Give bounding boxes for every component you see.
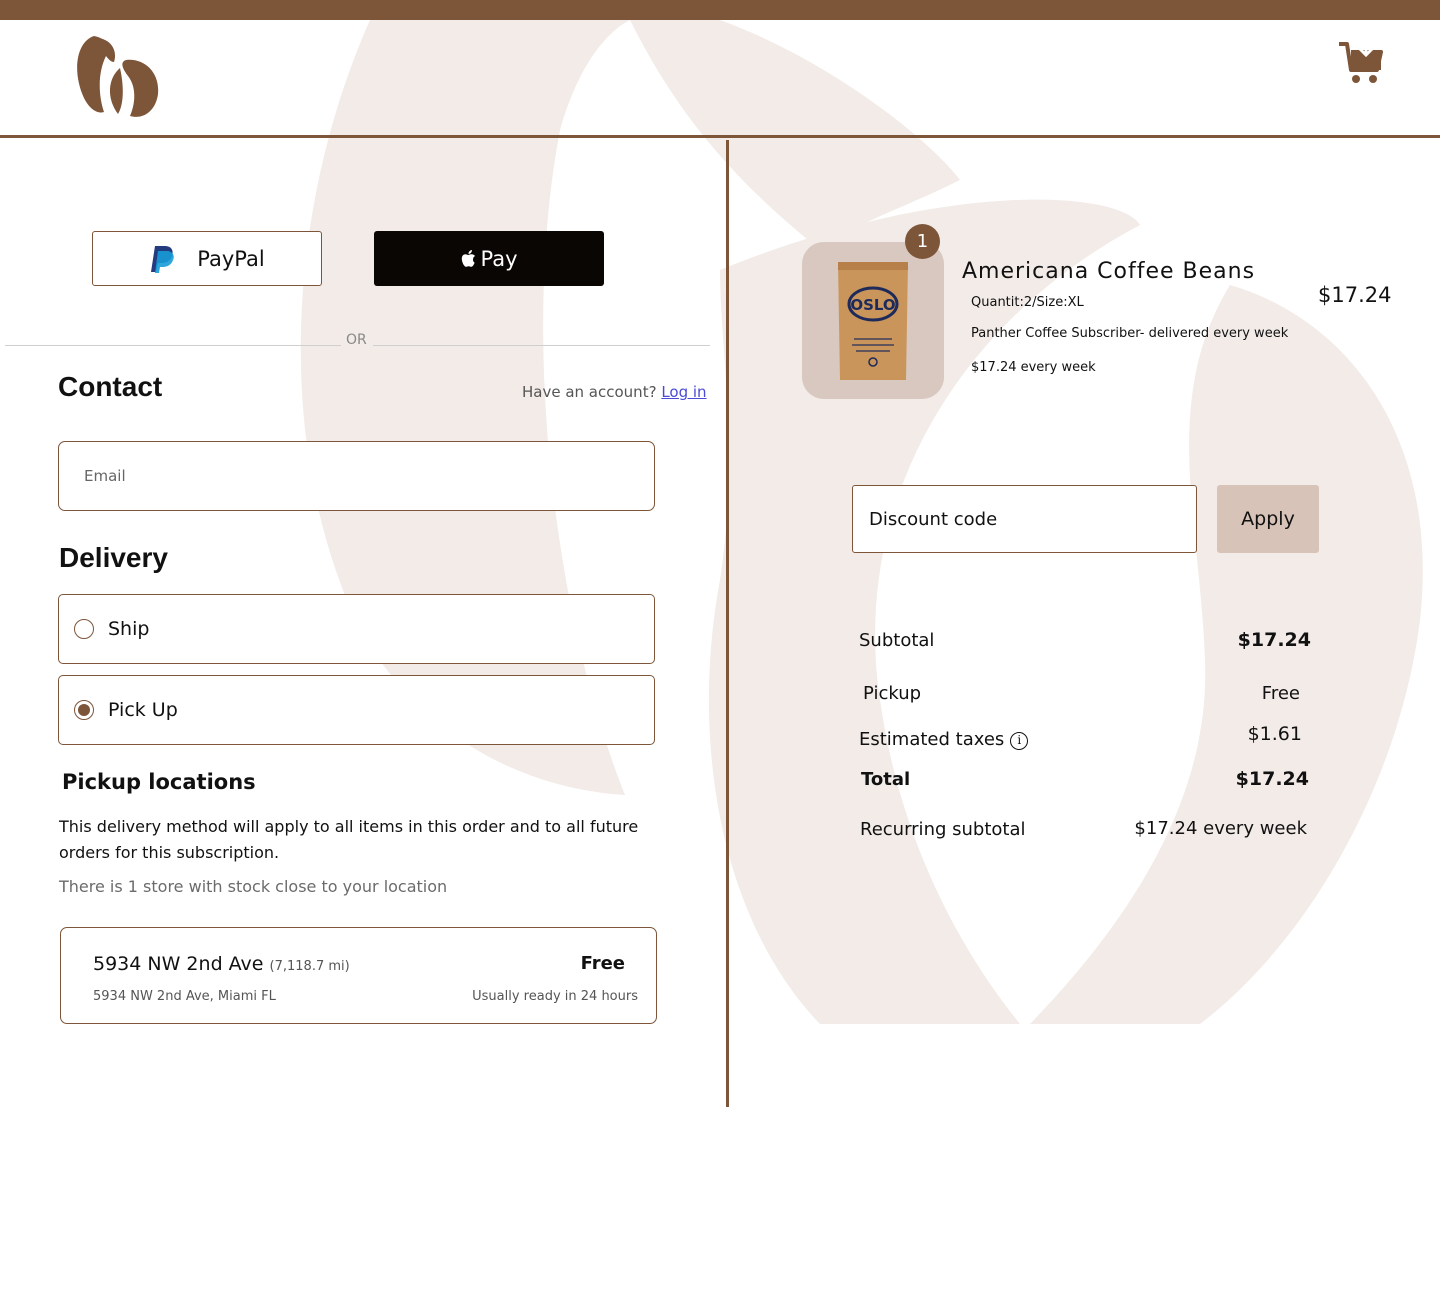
pickup-fee-label: Pickup bbox=[863, 683, 922, 704]
separator-line bbox=[373, 345, 710, 346]
or-separator: OR bbox=[5, 331, 710, 351]
location-name: 5934 NW 2nd Ave bbox=[93, 953, 264, 975]
recurring-subtotal-value: $17.24 every week bbox=[1134, 818, 1307, 839]
radio-selected-dot bbox=[78, 704, 90, 716]
subtotal-value: $17.24 bbox=[1237, 629, 1311, 651]
delivery-option-pickup[interactable]: Pick Up bbox=[58, 675, 655, 745]
product-recurring-price: $17.24 every week bbox=[971, 360, 1096, 375]
contact-heading: Contact bbox=[58, 371, 163, 402]
location-ready-time: Usually ready in 24 hours bbox=[472, 989, 638, 1004]
paypal-label: PayPal bbox=[197, 246, 265, 271]
account-prompt: Have an account? bbox=[522, 383, 657, 401]
paypal-button[interactable]: PayPal bbox=[92, 231, 322, 286]
recurring-subtotal-label: Recurring subtotal bbox=[860, 819, 1026, 840]
estimated-taxes-row: Estimated taxes i bbox=[859, 729, 1029, 750]
pickup-location-card[interactable]: 5934 NW 2nd Ave (7,118.7 mi) 5934 NW 2nd… bbox=[60, 927, 657, 1024]
pickup-fee-value: Free bbox=[1261, 683, 1300, 704]
product-price: $17.24 bbox=[1318, 283, 1392, 307]
coffee-bag-image: OSLO bbox=[838, 262, 908, 380]
discount-code-input[interactable] bbox=[852, 485, 1197, 553]
delivery-option-ship[interactable]: Ship bbox=[58, 594, 655, 664]
product-thumbnail: OSLO bbox=[802, 242, 944, 399]
pickup-radio[interactable] bbox=[74, 700, 94, 720]
separator-line bbox=[5, 345, 341, 346]
pickup-note: This delivery method will apply to all i… bbox=[59, 817, 639, 862]
pickup-locations-heading: Pickup locations bbox=[62, 770, 256, 794]
total-label: Total bbox=[861, 769, 911, 790]
login-link[interactable]: Log in bbox=[661, 383, 706, 401]
bag-brand-text: OSLO bbox=[850, 296, 895, 314]
product-variant: Quantit:2/Size:XL bbox=[971, 295, 1084, 310]
apple-pay-label: Pay bbox=[480, 246, 518, 271]
product-name: Americana Coffee Beans bbox=[962, 259, 1256, 284]
pickup-label: Pick Up bbox=[108, 699, 178, 721]
or-label: OR bbox=[346, 332, 367, 348]
stock-note: There is 1 store with stock close to you… bbox=[59, 877, 448, 896]
apple-pay-button[interactable]: Pay bbox=[374, 231, 604, 286]
email-field[interactable] bbox=[58, 441, 655, 511]
estimated-taxes-value: $1.61 bbox=[1247, 723, 1302, 745]
quantity-badge: 1 bbox=[905, 224, 940, 259]
account-prompt-row: Have an account? Log in bbox=[522, 383, 707, 401]
location-distance: (7,118.7 mi) bbox=[269, 959, 350, 974]
ship-radio[interactable] bbox=[74, 619, 94, 639]
checkout-content: PayPal Pay OR Contact Have an account? L… bbox=[0, 0, 1440, 1293]
ship-label: Ship bbox=[108, 618, 150, 640]
location-price: Free bbox=[580, 953, 625, 974]
info-icon[interactable]: i bbox=[1010, 732, 1029, 750]
estimated-taxes-label: Estimated taxes bbox=[859, 729, 1005, 750]
paypal-icon bbox=[151, 245, 175, 273]
location-address: 5934 NW 2nd Ave, Miami FL bbox=[93, 989, 276, 1004]
delivery-heading: Delivery bbox=[59, 542, 168, 573]
apply-discount-button[interactable]: Apply bbox=[1217, 485, 1319, 553]
apple-icon bbox=[462, 249, 476, 267]
product-subscription: Panther Coffee Subscriber- delivered eve… bbox=[971, 326, 1289, 341]
subtotal-label: Subtotal bbox=[859, 630, 935, 651]
total-value: $17.24 bbox=[1235, 768, 1309, 790]
